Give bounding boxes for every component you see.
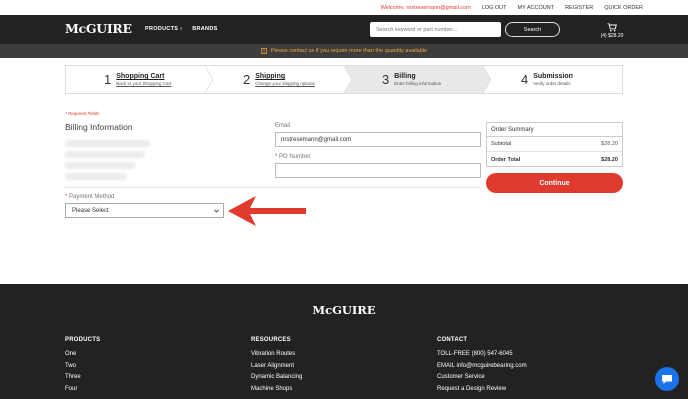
order-summary: Order Summary Subtotal $28.20 Order Tota… — [486, 122, 623, 167]
payment-method-label-text: Payment Method — [69, 194, 115, 200]
footer-link[interactable]: Dynamic Balancing — [251, 374, 302, 386]
step-title: Shipping — [255, 73, 286, 80]
payment-method-label: * Payment Method — [65, 194, 115, 200]
order-summary-title: Order Summary — [487, 123, 622, 137]
welcome-text: Welcome, nrstresemann@gmail.com — [380, 4, 471, 11]
checkout-steps: 1 Shopping Cart Back to your Shopping Ca… — [65, 65, 623, 94]
step-divider-icon — [205, 66, 213, 93]
search-input[interactable] — [370, 22, 501, 37]
footer-resources-column: RESOURCES Vibration Routes Laser Alignme… — [251, 337, 302, 398]
step-divider-icon — [344, 66, 352, 93]
step-number: 4 — [521, 72, 529, 87]
order-total-row: Order Total $28.20 — [487, 152, 622, 167]
redacted-address-line — [65, 173, 127, 180]
step-title: Shopping Cart — [116, 73, 165, 80]
nav-brands[interactable]: BRANDS — [192, 26, 217, 32]
step-subtitle: Verify order details — [533, 81, 571, 86]
main-nav: PRODUCTS › BRANDS — [145, 26, 218, 32]
footer-link[interactable]: Customer Service — [437, 374, 527, 386]
step-subtitle: Back to your Shopping Cart — [116, 81, 172, 86]
site-footer: McGUIRE PRODUCTS One Two Three Four RESO… — [0, 284, 688, 399]
chevron-down-icon — [214, 209, 219, 213]
logout-link[interactable]: LOG OUT — [482, 5, 507, 11]
cart-summary: (4) $28.20 — [600, 33, 624, 39]
step-number: 1 — [104, 72, 112, 87]
subtotal-row: Subtotal $28.20 — [487, 137, 622, 152]
po-number-label-text: PO Number — [279, 154, 311, 160]
quick-order-link[interactable]: QUICK ORDER — [604, 5, 643, 11]
footer-link[interactable]: Laser Alignment — [251, 363, 302, 375]
chat-bubble-icon — [662, 374, 672, 384]
email-label: Email — [275, 123, 291, 129]
footer-link[interactable]: TOLL-FREE (800) 547-6045 — [437, 351, 527, 363]
footer-link[interactable]: Vibration Routes — [251, 351, 302, 363]
step-number: 3 — [382, 72, 390, 87]
footer-heading: CONTACT — [437, 337, 468, 343]
step-shipping[interactable]: 2 Shipping Change your shipping options — [205, 66, 352, 93]
footer-link[interactable]: Request a Design Review — [437, 386, 527, 398]
cart-icon — [607, 23, 617, 32]
chevron-down-icon: › — [180, 26, 183, 32]
site-header: McGUIRE PRODUCTS › BRANDS Search (4) $28… — [0, 15, 688, 44]
footer-logo[interactable]: McGUIRE — [0, 303, 688, 317]
order-total-value: $28.20 — [601, 156, 618, 163]
step-subtitle: Change your shipping options — [255, 81, 315, 86]
red-arrow-icon — [228, 196, 306, 226]
footer-heading: RESOURCES — [251, 337, 291, 343]
step-billing: 3 Billing Enter billing information — [344, 66, 491, 93]
payment-method-value: Please Select — [72, 207, 109, 214]
footer-link[interactable]: Machine Shops — [251, 386, 302, 398]
footer-link[interactable]: Four — [65, 386, 100, 398]
step-title: Submission — [533, 73, 573, 80]
footer-link[interactable]: Two — [65, 363, 100, 375]
info-banner: Please contact us if you require more th… — [0, 44, 688, 58]
banner-text: Please contact us if you require more th… — [270, 48, 428, 54]
continue-button[interactable]: Continue — [486, 173, 623, 193]
order-total-label: Order Total — [491, 156, 521, 163]
search-button[interactable]: Search — [505, 22, 560, 37]
cart-button[interactable]: (4) $28.20 — [598, 23, 626, 39]
footer-heading: PRODUCTS — [65, 337, 101, 343]
nav-products[interactable]: PRODUCTS › — [145, 26, 182, 32]
email-field[interactable]: nrstresemann@gmail.com — [275, 132, 481, 147]
site-logo[interactable]: McGUIRE — [65, 21, 132, 36]
my-account-link[interactable]: MY ACCOUNT — [517, 5, 554, 11]
payment-method-select[interactable]: Please Select — [65, 203, 224, 218]
subtotal-value: $28.20 — [601, 141, 618, 147]
footer-products-column: PRODUCTS One Two Three Four — [65, 337, 100, 398]
required-fields-note: * Required Fields — [65, 111, 100, 116]
step-number: 2 — [243, 72, 251, 87]
subtotal-label: Subtotal — [491, 141, 512, 147]
top-utility-bar: Welcome, nrstresemann@gmail.com LOG OUT … — [0, 0, 688, 15]
step-title: Billing — [394, 73, 416, 80]
info-icon — [260, 48, 267, 54]
step-shopping-cart[interactable]: 1 Shopping Cart Back to your Shopping Ca… — [66, 66, 213, 93]
divider — [65, 187, 481, 188]
footer-link[interactable]: Three — [65, 374, 100, 386]
step-submission: 4 Submission Verify order details — [483, 66, 622, 93]
footer-contact-column: CONTACT TOLL-FREE (800) 547-6045 EMAIL i… — [437, 337, 527, 398]
step-divider-icon — [483, 66, 491, 93]
po-number-label: * PO Number — [275, 154, 311, 160]
billing-title: Billing Information — [65, 122, 133, 132]
chat-button[interactable] — [655, 367, 679, 391]
po-number-field[interactable] — [275, 163, 481, 178]
footer-link[interactable]: EMAIL info@mcguirebearing.com — [437, 363, 527, 375]
redacted-address-line — [65, 140, 150, 147]
register-link[interactable]: REGISTER — [565, 5, 593, 11]
step-subtitle: Enter billing information — [394, 81, 442, 86]
nav-products-label: PRODUCTS — [145, 26, 179, 32]
footer-link[interactable]: One — [65, 351, 100, 363]
redacted-address-line — [65, 162, 135, 169]
redacted-address-line — [65, 151, 145, 158]
